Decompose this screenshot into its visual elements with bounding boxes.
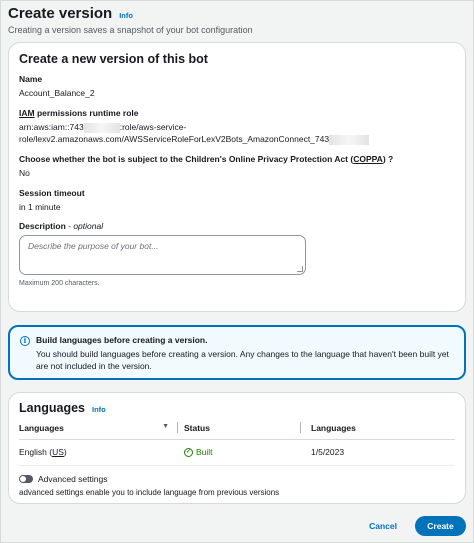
iam-arn-part1: arn:aws:iam::743: [19, 121, 84, 132]
iam-label-text: permissions runtime role: [34, 107, 139, 118]
info-circle-icon: i: [20, 336, 30, 346]
session-timeout-label: Session timeout: [19, 187, 85, 198]
advanced-settings-row: Advanced settings: [19, 474, 455, 484]
iam-abbr: IAM: [19, 107, 35, 118]
status-built: Built: [196, 447, 213, 457]
name-field: Name Account_Balance_2: [19, 74, 455, 100]
create-version-card: Create a new version of this bot Name Ac…: [8, 42, 466, 312]
iam-role-value: arn:aws:iam::743 :role/aws-service- role/…: [19, 122, 455, 146]
cancel-button[interactable]: Cancel: [369, 521, 397, 531]
check-circle-icon: ✓: [184, 447, 193, 457]
info-link[interactable]: Info: [119, 11, 133, 20]
sort-down-icon[interactable]: ▼: [162, 423, 169, 433]
column-header-languages[interactable]: Languages ▼: [19, 423, 177, 433]
iam-arn-part3: role/lexv2.amazonaws.com/AWSServiceRoleF…: [19, 133, 330, 144]
description-placeholder: Describe the purpose of your bot...: [28, 241, 159, 252]
name-label: Name: [19, 74, 43, 84]
coppa-label: Choose whether the bot is subject to the…: [19, 153, 394, 164]
table-row: English (US) ✓ Built 1/5/2023: [19, 440, 455, 466]
redacted-account-id: [329, 134, 370, 145]
iam-role-label: IAM permissions runtime role: [19, 108, 455, 118]
coppa-value: No: [19, 167, 30, 178]
create-button[interactable]: Create: [415, 516, 466, 536]
languages-table: Languages ▼ Status Languages English (US…: [19, 422, 455, 466]
modal-frame: Create version Info Creating a version s…: [0, 0, 474, 543]
cell-date: 1/5/2023: [311, 447, 345, 457]
coppa-field: Choose whether the bot is subject to the…: [19, 154, 455, 180]
column-divider: [300, 422, 301, 433]
page-header: Create version Info Creating a version s…: [8, 5, 466, 35]
advanced-settings-label: Advanced settings: [38, 474, 108, 484]
description-label: Description - optional: [19, 221, 104, 232]
modal-footer: Cancel Create: [369, 516, 466, 536]
optional-tag: - optional: [65, 221, 104, 232]
languages-info-link[interactable]: Info: [92, 405, 106, 414]
languages-card: Languages Info Languages ▼ Status Langua…: [8, 392, 466, 504]
description-textarea[interactable]: Describe the purpose of your bot...: [19, 235, 306, 276]
cell-status: ✓ Built: [177, 447, 300, 457]
redacted-account-id: [83, 122, 120, 133]
page-subtitle: Creating a version saves a snapshot of y…: [8, 25, 253, 35]
language-abbr: US: [52, 447, 64, 457]
table-header: Languages ▼ Status Languages: [19, 422, 455, 440]
page-title: Create version: [8, 5, 113, 22]
column-header-status: Status: [177, 422, 300, 433]
description-field: Description - optional Describe the purp…: [19, 221, 455, 287]
coppa-abbr: COPPA: [353, 153, 383, 164]
iam-role-field: IAM permissions runtime role arn:aws:iam…: [19, 108, 455, 146]
resize-handle-icon[interactable]: [297, 266, 303, 273]
alert-title: Build languages before creating a versio…: [36, 335, 208, 345]
cell-language: English (US): [19, 447, 67, 457]
iam-arn-part2: :role/aws-service-: [119, 121, 187, 132]
advanced-settings-description: advanced settings enable you to include …: [19, 488, 280, 497]
name-value: Account_Balance_2: [19, 88, 95, 98]
column-header-languages-date: Languages: [300, 422, 455, 433]
languages-title: Languages: [19, 401, 85, 415]
advanced-settings-toggle[interactable]: [19, 475, 33, 483]
alert-body: You should build languages before creati…: [36, 349, 449, 372]
info-alert: i Build languages before creating a vers…: [8, 325, 466, 380]
session-timeout-value: in 1 minute: [19, 201, 61, 212]
session-timeout-field: Session timeout in 1 minute: [19, 188, 455, 214]
card-title: Create a new version of this bot: [19, 52, 208, 66]
description-hint: Maximum 200 characters.: [19, 280, 100, 288]
column-divider: [177, 422, 178, 433]
